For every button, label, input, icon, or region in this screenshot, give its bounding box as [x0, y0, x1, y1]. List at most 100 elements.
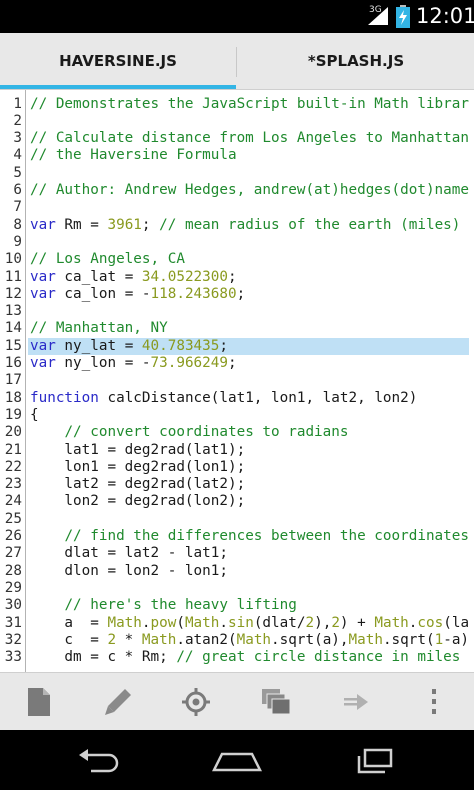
code-token-builtin: Math — [374, 614, 409, 631]
code-line[interactable]: 23 lat2 = deg2rad(lat2); — [0, 476, 474, 493]
code-token-comment: // Los Angeles, CA — [30, 251, 185, 268]
code-line[interactable]: 9 — [0, 234, 474, 251]
code-line[interactable]: 6 // Author: Andrew Hedges, andrew(at)hed… — [0, 182, 474, 199]
code-token-plain: ca_lon = - — [55, 285, 151, 302]
code-token-plain: Rm = — [55, 216, 108, 233]
code-line[interactable]: 26 // find the differences between the c… — [0, 528, 474, 545]
code-line[interactable]: 2 — [0, 113, 474, 130]
bottom-toolbar — [0, 672, 474, 731]
code-token-comment: // Manhattan, NY — [30, 320, 168, 337]
code-line[interactable]: 21 lat1 = deg2rad(lat1); — [0, 442, 474, 459]
code-line[interactable]: 10 // Los Angeles, CA — [0, 251, 474, 268]
battery-icon — [396, 5, 410, 28]
code-token-keyword: var — [30, 285, 56, 302]
code-token-builtin: Math — [348, 631, 383, 648]
code-token-builtin: pow — [150, 614, 177, 631]
code-line[interactable]: 15 var ny_lat = 40.783435; — [0, 337, 474, 355]
code-line[interactable]: 20 // convert coordinates to radians — [0, 424, 474, 441]
line-number: 9 — [13, 233, 22, 250]
recent-apps-button[interactable] — [345, 744, 405, 778]
code-line[interactable]: 24 lon2 = deg2rad(lon2); — [0, 493, 474, 510]
back-button[interactable] — [69, 744, 129, 778]
line-number: 17 — [4, 372, 22, 389]
code-line[interactable]: 12 var ca_lon = -118.243680; — [0, 286, 474, 303]
tab-label: HAVERSINE.JS — [59, 52, 177, 70]
code-line[interactable]: 13 — [0, 303, 474, 320]
code-token-plain: ca_lat = — [55, 268, 142, 285]
pencil-icon — [105, 689, 131, 715]
line-number: 4 — [13, 147, 22, 164]
code-token-keyword: var — [30, 268, 56, 285]
windows-button[interactable] — [256, 683, 296, 721]
line-code: var ny_lon = -73.966249; — [30, 355, 237, 372]
code-line[interactable]: 5 — [0, 165, 474, 182]
code-line[interactable]: 8 var Rm = 3961; // mean radius of the ea… — [0, 217, 474, 234]
code-token-keyword: var — [30, 355, 56, 371]
code-token-plain: . — [141, 614, 151, 631]
line-number: 7 — [13, 199, 22, 216]
line-code: function calcDistance(lat1, lon1, lat2, … — [30, 390, 417, 407]
code-line[interactable]: 19 { — [0, 407, 474, 424]
recent-apps-icon — [357, 748, 393, 774]
line-number: 1 — [13, 95, 22, 112]
line-number: 8 — [13, 216, 22, 233]
code-line[interactable]: 31 a = Math.pow(Math.sin(dlat/2),2) + Ma… — [0, 615, 474, 632]
line-number: 6 — [13, 182, 22, 198]
code-line[interactable]: 29 — [0, 580, 474, 597]
overflow-menu-button[interactable] — [414, 683, 454, 721]
line-number: 22 — [4, 458, 22, 475]
line-number: 24 — [4, 493, 22, 510]
code-editor[interactable]: 1 // Demonstrates the JavaScript built-in… — [0, 90, 474, 672]
code-token-plain: a = — [30, 614, 108, 631]
edit-button[interactable] — [98, 683, 138, 721]
code-line[interactable]: 1 // Demonstrates the JavaScript built-in… — [0, 96, 474, 113]
code-line[interactable]: 11 var ca_lat = 34.0522300; — [0, 269, 474, 286]
tab-splash-js[interactable]: *SPLASH.JS — [238, 33, 474, 89]
code-token-builtin: cos — [417, 614, 444, 631]
forward-button[interactable] — [336, 683, 376, 721]
code-line[interactable]: 17 — [0, 372, 474, 389]
home-button[interactable] — [207, 744, 267, 778]
forward-arrow-icon — [344, 694, 368, 710]
line-number: 12 — [4, 285, 22, 302]
code-token-plain: lat1 = deg2rad(lat1); — [30, 441, 246, 458]
code-token-plain: ), — [314, 614, 332, 631]
target-button[interactable] — [176, 683, 216, 721]
code-token-keyword: var — [30, 337, 56, 354]
code-line[interactable]: 7 — [0, 199, 474, 216]
code-token-number: 34.0522300 — [141, 268, 228, 285]
code-line[interactable]: 4 // the Haversine Formula — [0, 147, 474, 164]
line-number: 27 — [4, 545, 22, 562]
document-button[interactable] — [19, 683, 59, 721]
code-line[interactable]: 28 dlon = lon2 - lon1; — [0, 563, 474, 580]
tab-haversine-js[interactable]: HAVERSINE.JS — [0, 33, 236, 89]
line-code: dlon = lon2 - lon1; — [30, 563, 228, 580]
tab-bar: HAVERSINE.JS *SPLASH.JS — [0, 33, 474, 90]
line-code: // find the differences between the coor… — [30, 528, 469, 545]
code-line[interactable]: 16 var ny_lon = -73.966249; — [0, 355, 474, 372]
code-token-plain: (la — [443, 614, 470, 631]
code-line[interactable]: 32 c = 2 * Math.atan2(Math.sqrt(a),Math.… — [0, 632, 474, 649]
overflow-menu-icon — [432, 689, 436, 714]
code-token-plain: .atan2( — [176, 631, 237, 648]
code-line[interactable]: 22 lon1 = deg2rad(lon1); — [0, 459, 474, 476]
line-code: // Manhattan, NY — [30, 320, 168, 337]
line-number: 10 — [4, 251, 22, 268]
code-token-builtin: Math — [236, 631, 272, 648]
code-line[interactable]: 27 dlat = lat2 - lat1; — [0, 545, 474, 562]
code-token-comment: // Calculate distance from Los Angeles t… — [30, 130, 469, 147]
code-token-comment: // convert coordinates to radians — [64, 424, 349, 441]
line-code: // convert coordinates to radians — [30, 424, 348, 441]
code-token-number: 2 — [107, 631, 117, 648]
code-token-plain: ( — [176, 614, 185, 631]
code-token-plain: (dlat/ — [253, 614, 306, 631]
code-token-plain: ; — [227, 355, 237, 371]
code-line[interactable]: 30 // here's the heavy lifting — [0, 597, 474, 614]
code-line[interactable]: 25 — [0, 511, 474, 528]
line-number: 28 — [4, 562, 22, 579]
code-line[interactable]: 3 // Calculate distance from Los Angeles … — [0, 130, 474, 147]
code-line[interactable]: 14 // Manhattan, NY — [0, 320, 474, 337]
code-line[interactable]: 18 function calcDistance(lat1, lon1, lat2… — [0, 390, 474, 407]
code-line[interactable]: 33 dm = c * Rm; // great circle distance… — [0, 649, 474, 666]
